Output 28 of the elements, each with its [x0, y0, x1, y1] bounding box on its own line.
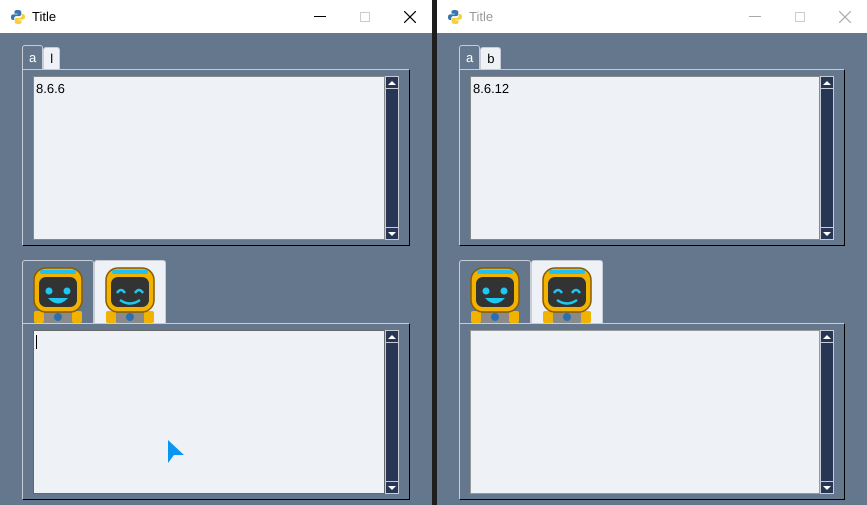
version-text: 8.6.12: [473, 81, 510, 96]
minimize-icon[interactable]: [314, 16, 326, 18]
text-area[interactable]: 8.6.6: [33, 76, 385, 240]
python-logo-icon: [447, 8, 463, 24]
pointer-icon: [167, 439, 185, 464]
text-cursor: [36, 335, 37, 349]
scrollbar[interactable]: [385, 330, 399, 494]
window-title: Title: [469, 8, 494, 26]
image-tab[interactable]: [459, 260, 531, 323]
version-text: 8.6.6: [36, 81, 65, 96]
python-logo-icon: [10, 8, 26, 24]
tab[interactable]: a: [459, 45, 480, 69]
image-tab[interactable]: [94, 260, 166, 323]
tab[interactable]: a: [22, 45, 44, 69]
image-tab[interactable]: [22, 260, 94, 323]
image-tab[interactable]: [531, 260, 603, 323]
scroll-down-icon[interactable]: [386, 227, 398, 239]
scrollbar[interactable]: [820, 330, 834, 494]
scrollbar[interactable]: [820, 76, 834, 240]
close-icon[interactable]: [404, 10, 416, 22]
tab[interactable]: b: [480, 47, 502, 69]
text-area[interactable]: 8.6.12: [470, 76, 820, 240]
scrollbar[interactable]: [385, 76, 399, 240]
scroll-down-icon[interactable]: [821, 227, 833, 239]
window-title: Title: [32, 8, 56, 26]
tab[interactable]: l: [43, 47, 60, 69]
scroll-down-icon[interactable]: [386, 481, 398, 493]
scroll-down-icon[interactable]: [821, 481, 833, 493]
